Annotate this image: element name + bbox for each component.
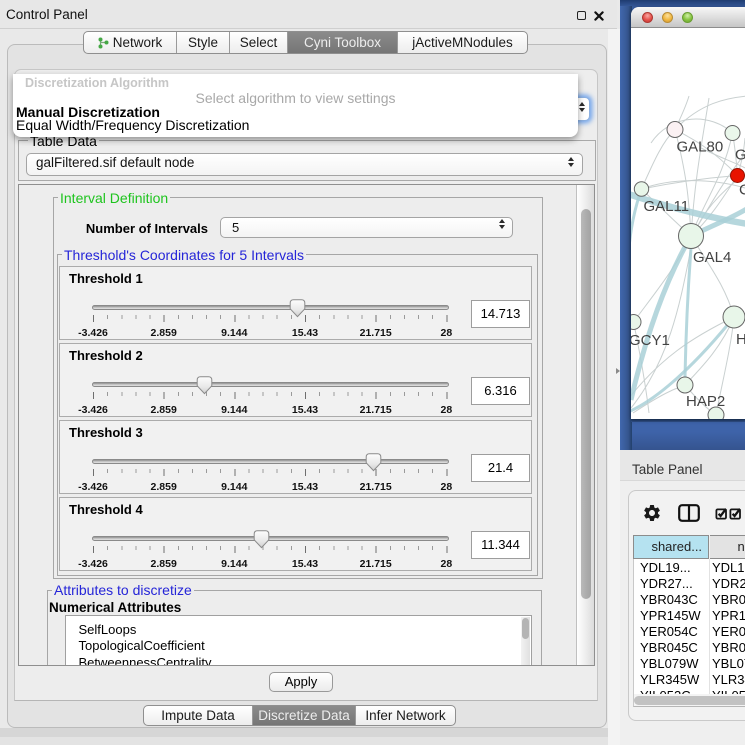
svg-text:HA: HA	[736, 331, 745, 348]
svg-text:HAP2: HAP2	[686, 393, 725, 410]
svg-text:GAL80: GAL80	[677, 139, 724, 156]
svg-text:GCY1: GCY1	[631, 332, 670, 349]
svg-text:CY: CY	[739, 182, 745, 199]
svg-text:GAL4: GAL4	[693, 249, 731, 266]
svg-text:GAL11: GAL11	[644, 198, 690, 215]
svg-text:GA: GA	[735, 147, 745, 164]
